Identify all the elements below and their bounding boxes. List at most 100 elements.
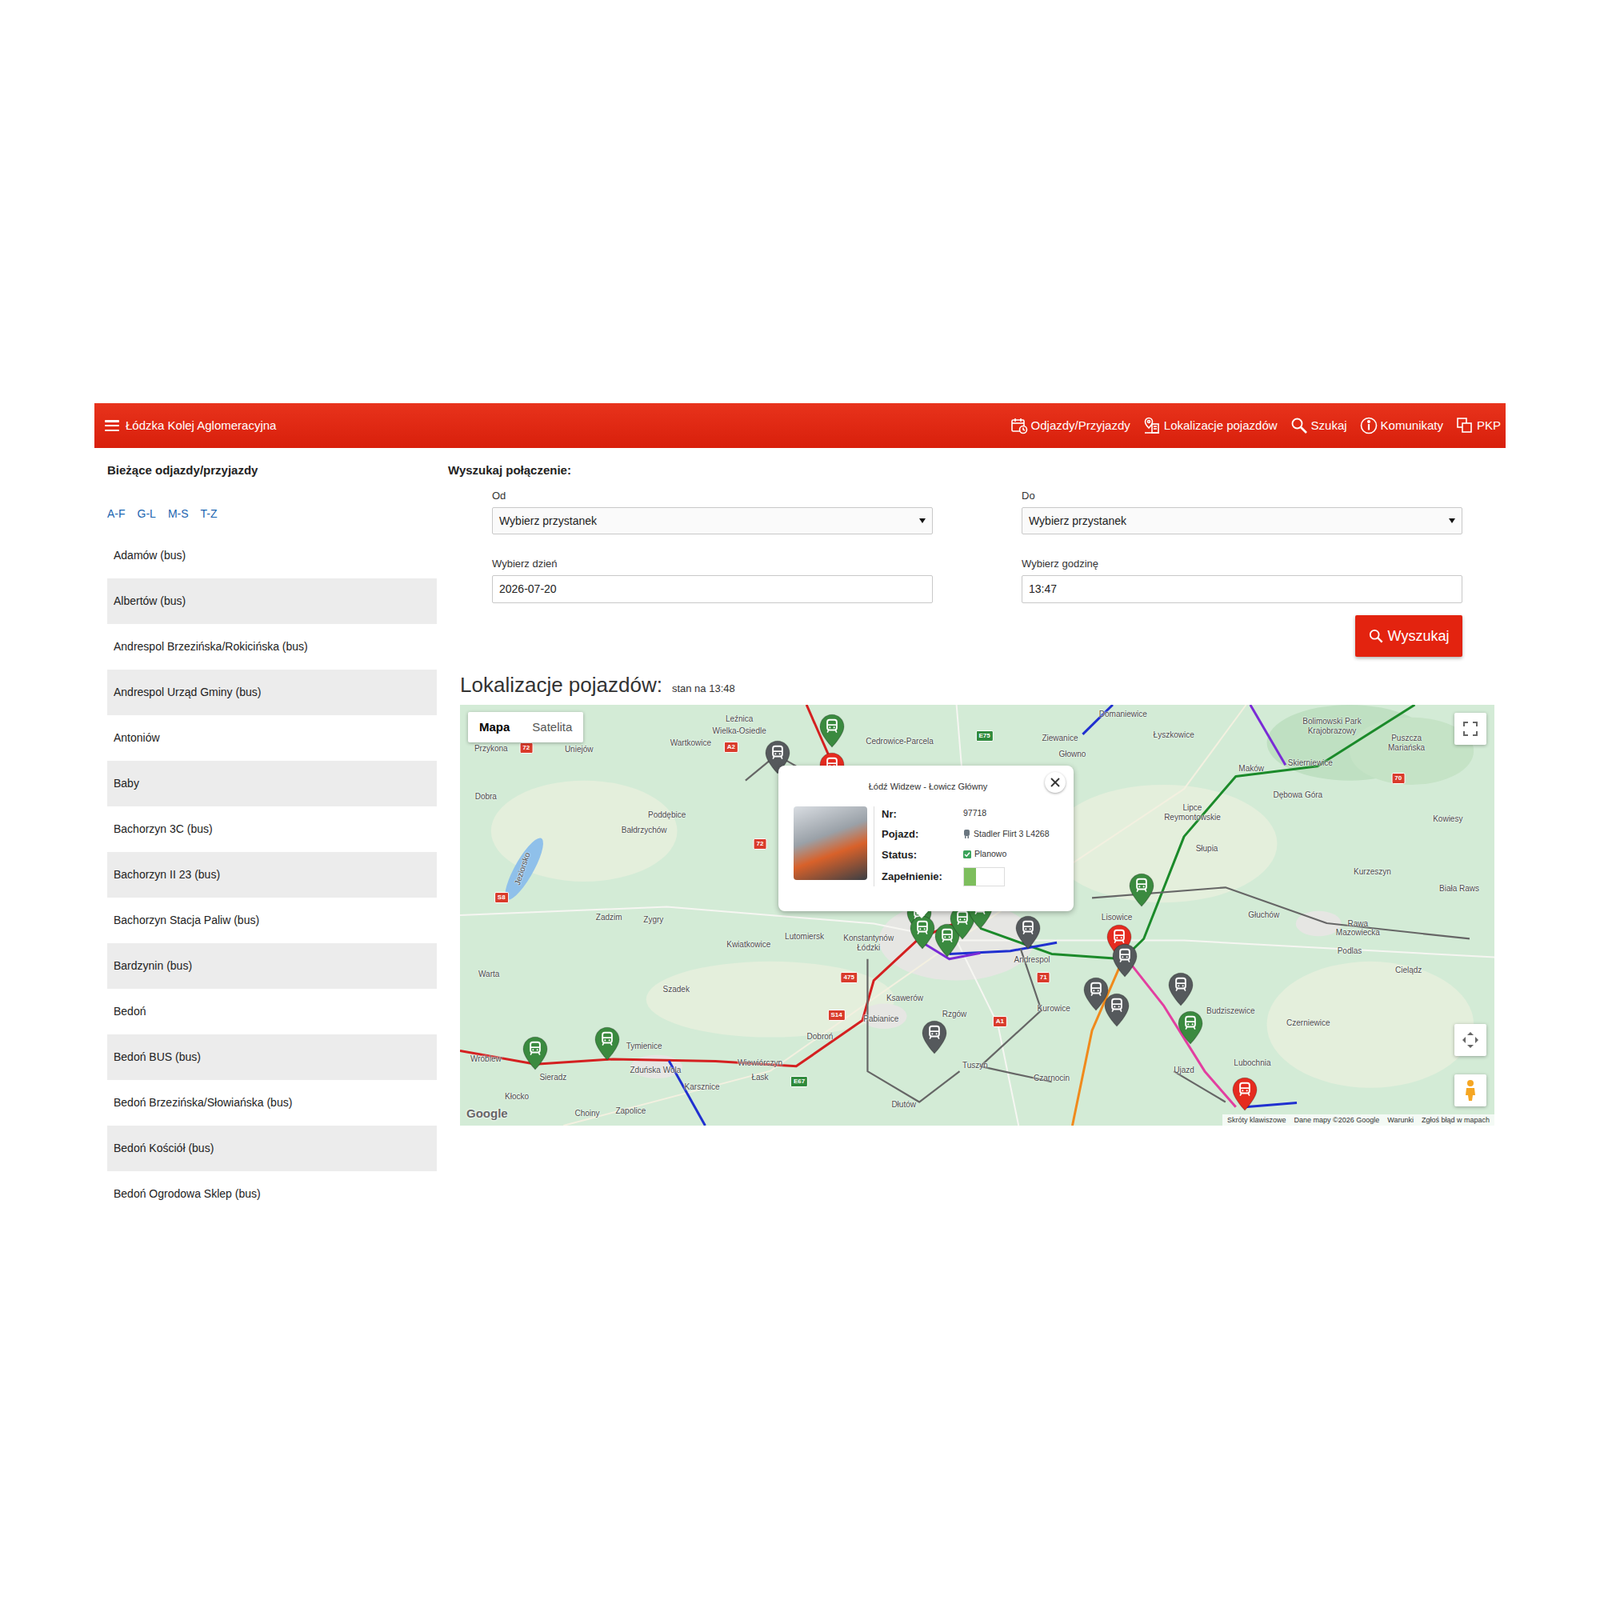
stop-item[interactable]: Albertów (bus) bbox=[107, 578, 437, 624]
nav-link[interactable]: Odjazdy/Przyjazdy bbox=[1010, 416, 1131, 436]
stop-item[interactable]: Bedoń Ogrodowa Sklep (bus) bbox=[107, 1171, 437, 1205]
place-label: Wiewiórczyn bbox=[737, 1058, 783, 1068]
nav-link[interactable]: PKP bbox=[1456, 416, 1501, 436]
attribution-link[interactable]: Warunki bbox=[1387, 1115, 1414, 1125]
place-label: Leźnica bbox=[725, 715, 753, 725]
train-pin-icon[interactable] bbox=[1104, 992, 1130, 1028]
nav-link[interactable]: Komunikaty bbox=[1360, 416, 1444, 436]
place-label: Budziszewice bbox=[1206, 1006, 1256, 1016]
stop-item[interactable]: Bachorzyn II 23 (bus) bbox=[107, 852, 437, 898]
place-label: Ziewanice bbox=[1041, 733, 1078, 744]
search-button-label[interactable]: Wyszukaj bbox=[1388, 625, 1450, 648]
to-label: Do bbox=[1021, 489, 1463, 503]
place-label: Czarnocin bbox=[1033, 1073, 1070, 1084]
place-label: Głowno bbox=[1059, 749, 1087, 760]
attribution-link[interactable]: Dane mapy ©2026 Google bbox=[1294, 1115, 1380, 1125]
vehicle-map[interactable]: PrzykonaUniejówWartkowiceLeźnicaWielka-O… bbox=[460, 704, 1495, 1126]
camera-control-icon[interactable] bbox=[1454, 1024, 1487, 1056]
stop-item[interactable]: Bedoń bbox=[107, 988, 437, 1035]
stop-item[interactable]: Adamów (bus) bbox=[107, 532, 437, 579]
place-label: Kwiatkowice bbox=[726, 940, 771, 950]
occupancy-meter bbox=[963, 867, 1005, 887]
letter-filter-link[interactable]: T-Z bbox=[200, 506, 218, 521]
nav-link-label[interactable]: Komunikaty bbox=[1380, 416, 1444, 436]
train-pin-icon[interactable] bbox=[1232, 1076, 1258, 1112]
place-label: Ujazd bbox=[1173, 1065, 1195, 1076]
place-label: Lubochnia bbox=[1233, 1058, 1271, 1068]
from-select[interactable]: Wybierz przystanek bbox=[492, 507, 933, 535]
place-label: Kurowice bbox=[1037, 1004, 1071, 1015]
stop-item[interactable]: Andrespol Urząd Gminy (bus) bbox=[107, 669, 437, 716]
stop-item[interactable]: Andrespol Brzezińska/Rokicińska (bus) bbox=[107, 624, 437, 670]
stop-item[interactable]: Bedoń Brzezińska/Słowiańska (bus) bbox=[107, 1080, 437, 1126]
search-button[interactable]: Wyszukaj bbox=[1355, 615, 1463, 657]
place-label: Lutomiersk bbox=[784, 932, 824, 942]
stop-item[interactable]: Baby bbox=[107, 760, 437, 807]
place-label: Pabianice bbox=[863, 1015, 899, 1025]
pegman-icon[interactable] bbox=[1454, 1074, 1487, 1107]
place-label: Kłocko bbox=[504, 1092, 529, 1102]
train-pin-icon[interactable] bbox=[1112, 943, 1138, 978]
to-select[interactable]: Wybierz przystanek bbox=[1021, 507, 1463, 535]
place-label: Słupia bbox=[1196, 844, 1219, 854]
train-pin-icon[interactable] bbox=[522, 1036, 548, 1071]
time-input[interactable] bbox=[1021, 575, 1463, 604]
attribution-link[interactable]: Zgłoś błąd w mapach bbox=[1421, 1115, 1490, 1125]
nav-link-label[interactable]: Odjazdy/Przyjazdy bbox=[1031, 416, 1131, 436]
map-type-tab[interactable]: Mapa bbox=[468, 712, 521, 743]
stop-list[interactable]: Adamów (bus)Albertów (bus)Andrespol Brze… bbox=[107, 532, 437, 1205]
place-label: Zygry bbox=[643, 916, 664, 926]
to-value[interactable]: Wybierz przystanek bbox=[1028, 512, 1127, 530]
train-pin-icon[interactable] bbox=[819, 713, 845, 748]
nav-link-label[interactable]: PKP bbox=[1476, 416, 1501, 436]
train-photo bbox=[793, 806, 868, 880]
train-pin-icon[interactable] bbox=[594, 1026, 620, 1061]
route-line bbox=[1119, 948, 1236, 1108]
google-logo[interactable]: Google bbox=[466, 1104, 508, 1124]
train-pin-icon[interactable] bbox=[1128, 872, 1155, 908]
date-input[interactable] bbox=[492, 575, 933, 604]
place-label: Łyszkowice bbox=[1153, 731, 1195, 741]
stop-item[interactable]: Antoniów bbox=[107, 715, 437, 761]
menu-icon[interactable] bbox=[104, 420, 120, 432]
stop-item[interactable]: Bedoń Kościół (bus) bbox=[107, 1125, 437, 1172]
letter-filter-link[interactable]: A-F bbox=[107, 506, 126, 521]
place-label: Zadzim bbox=[596, 912, 623, 923]
occupancy-fill bbox=[964, 868, 976, 886]
stop-item[interactable]: Bedoń BUS (bus) bbox=[107, 1034, 437, 1080]
close-icon[interactable] bbox=[1044, 772, 1066, 793]
place-label: Łask bbox=[751, 1072, 768, 1083]
train-pin-icon[interactable] bbox=[921, 1020, 948, 1055]
place-label: Dłutów bbox=[891, 1100, 916, 1110]
popup-field-value: 97718 bbox=[963, 807, 1050, 820]
place-label: Głuchów bbox=[1248, 910, 1280, 920]
map-type-tab[interactable]: Satelita bbox=[520, 712, 584, 743]
attribution-link[interactable]: Skróty klawiszowe bbox=[1227, 1115, 1287, 1125]
letter-filter-link[interactable]: M-S bbox=[168, 506, 189, 521]
train-pin-icon[interactable] bbox=[1168, 972, 1194, 1007]
stop-item[interactable]: Bachorzyn 3C (bus) bbox=[107, 806, 437, 852]
train-pin-icon[interactable] bbox=[1177, 1010, 1204, 1045]
nav-link[interactable]: Szukaj bbox=[1290, 416, 1348, 436]
map-type-switch: MapaSatelita bbox=[468, 712, 584, 743]
fullscreen-icon[interactable] bbox=[1454, 712, 1487, 745]
route-line bbox=[1082, 704, 1112, 735]
place-label: Lipce Reymontowskie bbox=[1160, 803, 1224, 822]
nav-link[interactable]: Lokalizacje pojazdów bbox=[1143, 416, 1278, 436]
nav-link-label[interactable]: Szukaj bbox=[1311, 416, 1348, 436]
brand-link[interactable]: Łódzka Kolej Aglomeracyjna bbox=[125, 416, 276, 436]
train-pin-icon[interactable] bbox=[1015, 915, 1041, 950]
route-line bbox=[1244, 1103, 1297, 1108]
place-label: Maków bbox=[1238, 764, 1264, 775]
train-pin-icon[interactable] bbox=[909, 915, 936, 950]
letter-filter-link[interactable]: G-L bbox=[137, 506, 156, 521]
stop-item[interactable]: Bardzynin (bus) bbox=[107, 943, 437, 989]
place-label: Domaniewice bbox=[1099, 709, 1148, 720]
from-value[interactable]: Wybierz przystanek bbox=[499, 512, 597, 530]
place-label: Choiny bbox=[574, 1109, 600, 1120]
vehicle-popup: Łódź Widzew - Łowicz Główny Nr:97718Poja… bbox=[778, 765, 1074, 912]
popup-value-text: 97718 bbox=[963, 807, 987, 820]
stop-item[interactable]: Bachorzyn Stacja Paliw (bus) bbox=[107, 897, 437, 944]
top-navbar: Łódzka Kolej Aglomeracyjna Odjazdy/Przyj… bbox=[94, 403, 1506, 448]
nav-link-label[interactable]: Lokalizacje pojazdów bbox=[1164, 416, 1278, 436]
